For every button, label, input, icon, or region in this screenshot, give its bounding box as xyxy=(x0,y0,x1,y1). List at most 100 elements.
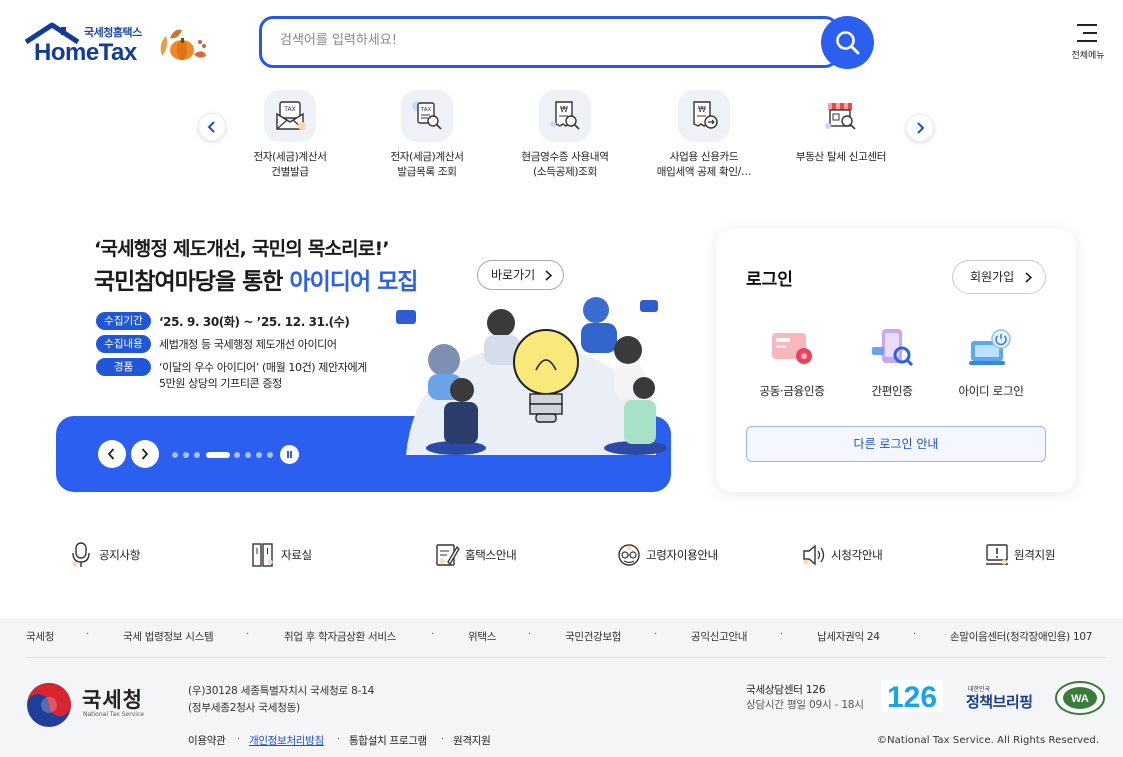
pagination-dot-active[interactable] xyxy=(206,452,230,458)
promo-banner: ‘국세행정 제도개선, 국민의 목소리로!’ 국민참여마당을 통한 아이디어 모… xyxy=(56,222,672,494)
login-option-id[interactable]: 아이디 로그인 xyxy=(946,325,1036,399)
banner-next-button[interactable] xyxy=(131,440,159,468)
footer-link[interactable]: 손말이음센터(청각장애인용) 107 xyxy=(950,629,1092,644)
chevron-left-icon xyxy=(207,121,215,133)
footer-separator: · xyxy=(913,629,917,640)
footer-link[interactable]: 취업 후 학자금상환 서비스 xyxy=(284,629,396,644)
pause-icon xyxy=(287,451,289,458)
hamburger-icon xyxy=(1077,24,1097,48)
wa-text: WA xyxy=(1071,693,1089,705)
chevron-left-icon xyxy=(107,448,115,460)
logo-subtitle: 국세청홈택스 xyxy=(84,26,142,39)
footer-bottom-link[interactable]: 원격지원 xyxy=(453,733,491,748)
copyright: ©National Tax Service. All Rights Reserv… xyxy=(877,735,1100,746)
banner-pause-button[interactable] xyxy=(280,445,299,464)
footer-link[interactable]: 국세 법령정보 시스템 xyxy=(123,629,214,644)
pagination-dot[interactable] xyxy=(183,452,189,458)
microphone-icon xyxy=(72,542,90,567)
footer-separator: · xyxy=(441,734,445,745)
id-login-icon xyxy=(967,325,1015,373)
quick-menu-item-tax-invoice[interactable]: TAX 전자(세금)계산서 건별발급 xyxy=(225,90,355,180)
other-login-button[interactable]: 다른 로그인 안내 xyxy=(746,426,1046,462)
briefing-main: 정책브리핑 xyxy=(966,693,1033,711)
footer-links: 국세청 · 국세 법령정보 시스템 · 취업 후 학자금상환 서비스 · 위택스… xyxy=(26,629,1096,645)
web-accessibility-mark[interactable]: WA xyxy=(1054,680,1106,716)
tax-invoice-icon: TAX xyxy=(264,90,316,142)
chevron-right-icon xyxy=(141,448,149,460)
info-tag: 수집기간 xyxy=(96,312,151,330)
quick-link-label: 자료실 xyxy=(281,548,312,562)
login-option-label: 공동·금융인증 xyxy=(759,384,825,398)
banner-cta-button[interactable]: 바로가기 xyxy=(477,260,564,290)
quick-menu-label: 부동산 탈세 신고센터 xyxy=(795,151,887,163)
footer-separator: · xyxy=(654,629,658,640)
join-button[interactable]: 회원가입 xyxy=(952,260,1046,294)
remote-support-icon xyxy=(986,544,1008,565)
search-input[interactable] xyxy=(280,33,800,48)
taegeuk-emblem-icon xyxy=(27,683,71,727)
store-search-icon xyxy=(815,90,867,142)
footer-bottom-link[interactable]: 이용약관 xyxy=(188,733,226,748)
all-menu-label: 전체메뉴 xyxy=(1071,51,1105,61)
banner-headline-prefix: 국민참여마당을 통한 xyxy=(94,269,290,295)
hometax-logo[interactable]: 국세청홈택스 HomeTax xyxy=(24,22,214,68)
info-tag: 수집내용 xyxy=(96,335,151,353)
footer-link[interactable]: 납세자권익 24 xyxy=(817,629,880,644)
speaker-icon xyxy=(803,544,825,566)
quick-menu-prev-button[interactable] xyxy=(198,113,226,141)
quick-menu-next-button[interactable] xyxy=(906,114,934,142)
badge-126-text: 126 xyxy=(887,681,937,712)
login-option-simple-auth[interactable]: 간편인증 xyxy=(847,325,937,399)
footer-link[interactable]: 공익신고안내 xyxy=(691,629,747,644)
footer: 국세청 · 국세 법령정보 시스템 · 취업 후 학자금상환 서비스 · 위택스… xyxy=(0,618,1123,757)
search-button[interactable] xyxy=(821,16,874,69)
pagination-dot[interactable] xyxy=(267,452,273,458)
footer-link[interactable]: 국민건강보험 xyxy=(565,629,621,644)
svg-text:TAX: TAX xyxy=(283,106,295,113)
policy-briefing-logo[interactable]: 대한민국 정책브리핑 xyxy=(966,684,1038,718)
nts-logo[interactable]: 국세청 National Tax Service xyxy=(26,682,156,728)
call-center: 국세상담센터 126 xyxy=(746,684,826,696)
svg-text:₩: ₩ xyxy=(698,105,706,114)
quick-menu-item-real-estate[interactable]: 부동산 탈세 신고센터 xyxy=(776,90,906,165)
quick-menu-item-business-card[interactable]: ₩ 사업용 신용카드 매입세액 공제 확인/… xyxy=(639,90,769,180)
login-card: 로그인 회원가입 공동·금융인증 간편인증 아이디 로그인 다른 로그인 안내 xyxy=(716,229,1076,492)
pagination-dot[interactable] xyxy=(172,452,178,458)
pagination-dot[interactable] xyxy=(194,452,200,458)
pagination-dot[interactable] xyxy=(256,452,262,458)
login-title: 로그인 xyxy=(746,270,793,290)
footer-separator: · xyxy=(246,629,250,640)
guide-icon xyxy=(436,544,460,566)
footer-separator: · xyxy=(86,629,90,640)
privacy-policy-link[interactable]: 개인정보처리방침 xyxy=(249,733,324,748)
all-menu-button[interactable]: 전체메뉴 xyxy=(1064,22,1112,66)
svg-text:TAX: TAX xyxy=(420,107,432,113)
info-text-line2: 5만원 상당의 기프티콘 증정 xyxy=(159,377,282,390)
login-option-certificate[interactable]: 공동·금융인증 xyxy=(747,325,837,399)
svg-text:₩: ₩ xyxy=(560,105,568,114)
footer-bottom-link[interactable]: 통합설치 프로그램 xyxy=(349,733,427,748)
simple-auth-icon xyxy=(868,325,916,373)
pagination-dot[interactable] xyxy=(245,452,251,458)
idea-lightbulb-illustration xyxy=(396,297,666,455)
org-name-en: National Tax Service xyxy=(83,711,144,718)
call-126-badge[interactable]: 126 xyxy=(881,680,943,714)
org-name: 국세청 xyxy=(82,688,143,712)
banner-prev-button[interactable] xyxy=(98,440,126,468)
card-check-icon: ₩ xyxy=(678,90,730,142)
receipt-search-icon: ₩ xyxy=(539,90,591,142)
quick-menu-label: 전자(세금)계산서 건별발급 xyxy=(253,151,327,178)
quick-menu-item-invoice-list[interactable]: TAX 전자(세금)계산서 발급목록 조회 xyxy=(362,90,492,180)
info-tag: 경품 xyxy=(96,358,151,376)
chevron-right-icon xyxy=(917,122,925,134)
footer-separator: · xyxy=(431,629,435,640)
footer-link[interactable]: 위택스 xyxy=(468,629,496,644)
quick-menu-label: 현금영수증 사용내역 (소득공제)조회 xyxy=(521,151,609,178)
footer-link[interactable]: 국세청 xyxy=(26,629,54,644)
pagination-dot[interactable] xyxy=(234,452,240,458)
quick-link-label: 홈택스안내 xyxy=(465,548,517,562)
quick-menu-item-cash-receipt[interactable]: ₩ 현금영수증 사용내역 (소득공제)조회 xyxy=(500,90,630,180)
footer-separator: · xyxy=(780,629,784,640)
search-bar xyxy=(259,16,874,69)
invoice-search-icon: TAX xyxy=(401,90,453,142)
